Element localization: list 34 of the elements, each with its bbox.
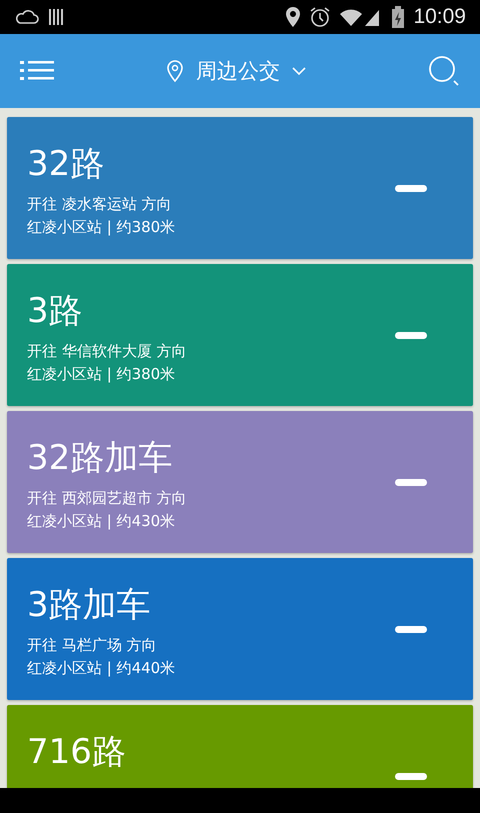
chevron-down-icon[interactable] (292, 66, 306, 76)
barcode-icon (48, 8, 64, 26)
route-card[interactable]: 716路 (7, 705, 473, 788)
stop-distance: 红凌小区站 | 约380米 (27, 217, 176, 238)
dash-icon (395, 184, 427, 192)
route-card[interactable]: 3路 开往 华信软件大厦 方向 红凌小区站 | 约380米 (7, 264, 473, 406)
location-pin-icon (285, 6, 302, 28)
route-name: 716路 (27, 731, 127, 773)
route-name: 32路 (27, 143, 106, 185)
location-pin-icon[interactable] (166, 59, 184, 83)
alarm-icon (309, 6, 332, 28)
route-name: 32路加车 (27, 437, 174, 479)
stop-distance: 红凌小区站 | 约440米 (27, 658, 176, 679)
dash-icon (395, 478, 427, 486)
search-icon[interactable] (428, 55, 460, 87)
stop-distance: 红凌小区站 | 约380米 (27, 364, 176, 385)
location-title[interactable]: 周边公交 (196, 57, 280, 85)
route-card[interactable]: 32路 开往 凌水客运站 方向 红凌小区站 | 约380米 (7, 117, 473, 259)
route-name: 3路加车 (27, 584, 152, 626)
dash-icon (395, 772, 427, 780)
weather-icon (16, 7, 40, 27)
stop-distance: 红凌小区站 | 约430米 (27, 511, 176, 532)
dash-icon (395, 626, 427, 632)
route-name: 3路 (27, 290, 84, 332)
battery-icon (391, 6, 406, 28)
route-direction: 开往 凌水客运站 方向 (27, 194, 173, 215)
status-time: 10:09 (413, 5, 466, 29)
route-direction: 开往 马栏广场 方向 (27, 635, 158, 656)
menu-icon[interactable] (20, 60, 54, 82)
route-direction: 开往 华信软件大厦 方向 (27, 341, 188, 362)
route-card[interactable]: 3路加车 开往 马栏广场 方向 红凌小区站 | 约440米 (7, 558, 473, 700)
route-direction: 开往 西郊园艺超市 方向 (27, 488, 188, 509)
dash-icon (395, 332, 427, 338)
route-card[interactable]: 32路加车 开往 西郊园艺超市 方向 红凌小区站 | 约430米 (7, 411, 473, 553)
